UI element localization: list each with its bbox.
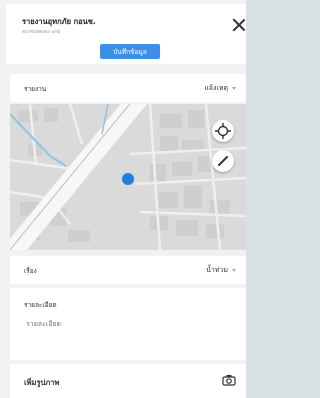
report-type-row[interactable]: รายงาน แจ้งเหตุ xyxy=(10,74,246,102)
chevron-down-icon xyxy=(232,87,236,90)
panel-header: รายงานอุทกภัย กอนช. สมาคมทดลอง web บันทึ… xyxy=(6,4,246,64)
locate-button[interactable] xyxy=(212,120,234,142)
map-view[interactable] xyxy=(10,104,246,250)
chevron-down-icon xyxy=(232,269,236,272)
detail-row: รายละเอียด xyxy=(10,288,246,360)
location-marker xyxy=(122,173,134,185)
page-title: รายงานอุทกภัย กอนช. xyxy=(22,17,96,26)
crosshair-icon xyxy=(215,123,231,139)
topic-row[interactable]: เรื่อง น้ำท่วม xyxy=(10,256,246,284)
save-button[interactable]: บันทึกข้อมูล xyxy=(100,44,160,59)
report-type-value: แจ้งเหตุ xyxy=(204,84,228,92)
detail-label: รายละเอียด xyxy=(24,301,57,309)
topic-label: เรื่อง xyxy=(24,267,37,275)
pencil-icon xyxy=(218,156,228,166)
detail-input[interactable] xyxy=(24,320,208,329)
add-photo-label: เพิ่มรูปภาพ xyxy=(24,378,60,387)
topic-select[interactable]: น้ำท่วม xyxy=(206,265,236,276)
report-panel: รายงานอุทกภัย กอนช. สมาคมทดลอง web บันทึ… xyxy=(0,0,246,398)
map-canvas xyxy=(10,104,246,250)
photo-row[interactable]: เพิ่มรูปภาพ xyxy=(10,364,246,398)
close-icon[interactable] xyxy=(232,18,246,32)
topic-value: น้ำท่วม xyxy=(206,266,228,274)
report-type-label: รายงาน xyxy=(24,85,47,93)
page-subtitle: สมาคมทดลอง web xyxy=(22,30,61,35)
camera-icon[interactable] xyxy=(222,374,236,386)
draw-button[interactable] xyxy=(212,150,234,172)
report-type-select[interactable]: แจ้งเหตุ xyxy=(204,83,236,94)
